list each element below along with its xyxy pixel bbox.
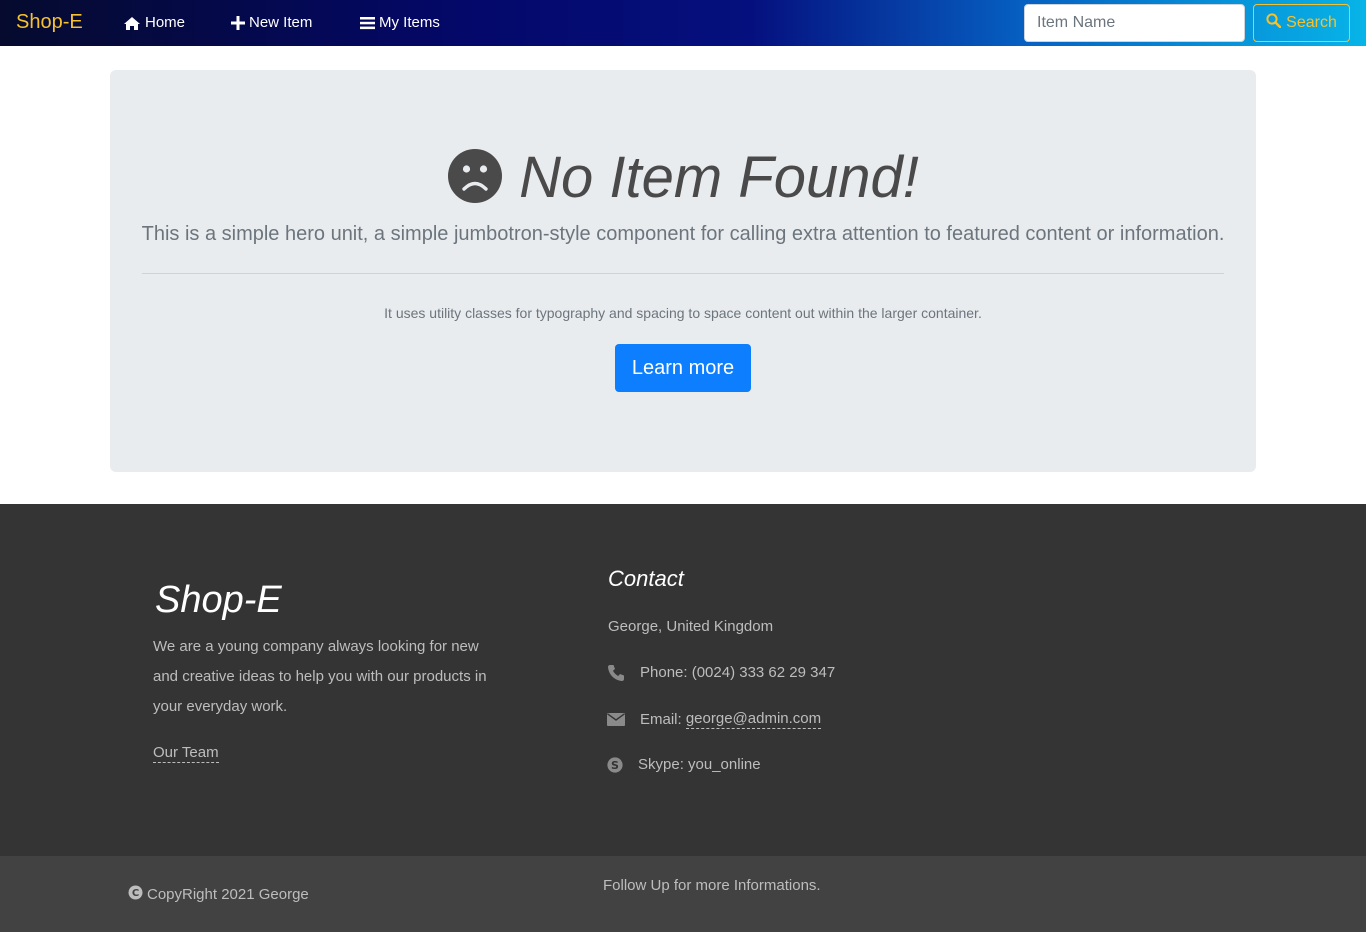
- search-input[interactable]: [1024, 4, 1245, 42]
- hero-divider: [142, 273, 1224, 274]
- plus-icon: [231, 16, 245, 30]
- our-team-link[interactable]: Our Team: [153, 744, 219, 763]
- home-icon: [123, 16, 141, 31]
- copyright-icon: C: [128, 885, 143, 905]
- footer-about-text: We are a young company always looking fo…: [153, 638, 487, 715]
- phone-icon: [607, 664, 627, 682]
- list-icon: [360, 16, 375, 30]
- copyright: C CopyRight 2021 George: [128, 885, 309, 905]
- search-icon: [1266, 13, 1282, 33]
- envelope-icon: [607, 713, 627, 726]
- learn-more-button[interactable]: Learn more: [615, 344, 751, 392]
- navbar: Shop-E Home New Item My Items Search: [0, 0, 1366, 46]
- contact-phone: Phone: (0024) 333 62 29 347: [607, 664, 835, 682]
- brand-link[interactable]: Shop-E: [16, 10, 83, 34]
- jumbotron: [110, 70, 1256, 472]
- nav-my-items-link[interactable]: My Items: [360, 13, 440, 33]
- hero-text: It uses utility classes for typography a…: [384, 305, 982, 321]
- contact-email: Email: george@admin.com: [607, 710, 822, 729]
- nav-new-item-link[interactable]: New Item: [231, 13, 312, 33]
- contact-skype-label: Skype: you_online: [638, 756, 761, 773]
- skype-icon: S: [607, 757, 627, 773]
- follow-text: Follow Up for more Informations.: [603, 877, 821, 894]
- hero-heading: No Item Found!: [519, 145, 919, 210]
- footer-brand: Shop-E: [155, 579, 282, 621]
- contact-skype: S Skype: you_online: [607, 756, 761, 774]
- nav-home-link[interactable]: Home: [123, 13, 185, 33]
- hero-lead: This is a simple hero unit, a simple jum…: [141, 223, 1225, 245]
- svg-text:S: S: [611, 759, 619, 772]
- search-button-label: Search: [1286, 14, 1337, 31]
- contact-phone-label: Phone: (0024) 333 62 29 347: [640, 664, 836, 681]
- copyright-text: CopyRight 2021 George: [147, 886, 309, 903]
- nav-home-label: Home: [145, 14, 186, 31]
- contact-location: George, United Kingdom: [608, 618, 774, 635]
- nav-new-item-label: New Item: [249, 14, 313, 31]
- contact-email-prefix: Email:: [640, 710, 686, 728]
- hero-title: No Item Found!: [0, 145, 1366, 211]
- frown-icon: [447, 148, 503, 209]
- email-link[interactable]: george@admin.com: [685, 710, 822, 729]
- svg-text:C: C: [132, 888, 139, 899]
- contact-heading: Contact: [608, 566, 684, 591]
- search-button[interactable]: Search: [1253, 4, 1350, 42]
- nav-my-items-label: My Items: [379, 14, 440, 31]
